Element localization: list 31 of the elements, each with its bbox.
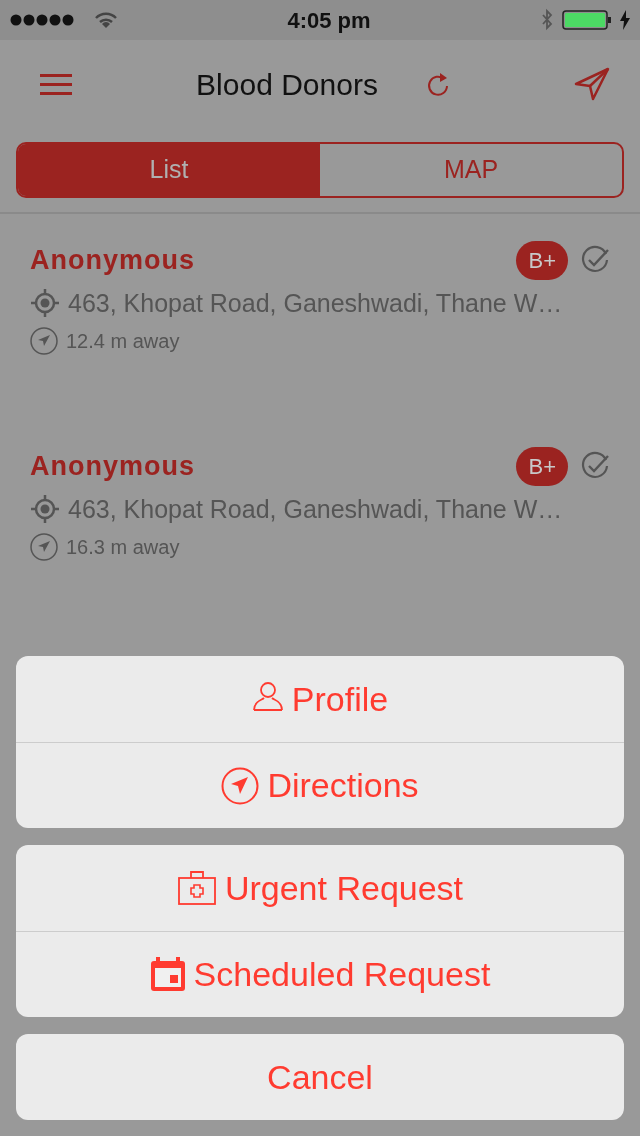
donor-address: 463, Khopat Road, Ganeshwadi, Thane W… [68,287,563,319]
action-button[interactable]: Profile [16,656,624,742]
menu-button[interactable] [40,71,72,97]
refresh-icon [425,71,450,97]
refresh-button[interactable] [425,71,450,97]
segment-tab[interactable]: List [18,144,320,196]
status-time: 4:05 pm [287,6,371,35]
battery-icon [562,9,612,31]
donor-distance: 16.3 m away [66,535,180,560]
location-target-icon [30,288,60,319]
calendar-icon [149,955,186,994]
menu-icon [40,72,72,97]
charging-icon [620,10,630,30]
donor-distance: 12.4 m away [66,329,180,354]
first-aid-kit-icon [176,869,217,907]
blood-group-badge: B+ [516,240,568,280]
action-button[interactable]: Scheduled Request [16,931,624,1017]
nav-title: Blood Donors [196,66,378,103]
donor-name: Anonymous [30,450,195,483]
bluetooth-icon [540,8,554,32]
action-button[interactable]: Urgent Request [16,845,624,931]
send-button[interactable] [574,67,610,101]
wifi-icon [94,11,118,29]
segment-tab[interactable]: MAP [320,144,622,196]
paper-plane-icon [574,67,610,101]
cancel-button[interactable]: Cancel [16,1034,624,1120]
blood-group-badge: B+ [516,446,568,486]
action-button[interactable]: Directions [16,742,624,828]
donor-address: 463, Khopat Road, Ganeshwadi, Thane W… [68,493,563,525]
location-target-icon [30,494,60,525]
donor-name: Anonymous [30,244,195,277]
